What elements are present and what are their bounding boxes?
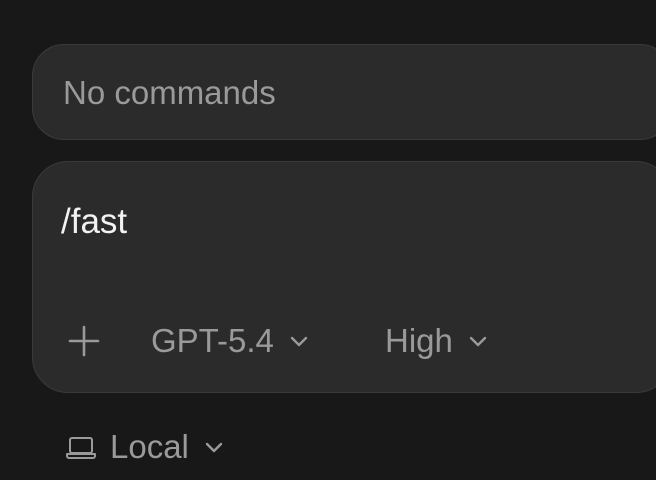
- app-window: No commands /fast GPT-5.4 High Local: [0, 0, 656, 480]
- model-selector[interactable]: GPT-5.4: [151, 320, 310, 362]
- reasoning-effort-label: High: [385, 322, 453, 359]
- laptop-icon: [66, 437, 96, 459]
- chevron-down-icon: [205, 442, 223, 453]
- reasoning-effort-selector[interactable]: High: [385, 320, 489, 362]
- command-suggestions-panel: No commands: [32, 44, 656, 140]
- composer-toolbar: GPT-5.4 High: [33, 320, 656, 362]
- prompt-composer: /fast GPT-5.4 High: [32, 161, 656, 393]
- no-commands-message: No commands: [63, 74, 276, 111]
- chevron-down-icon: [290, 336, 308, 347]
- environment-selector[interactable]: Local: [66, 427, 225, 467]
- environment-label: Local: [110, 428, 189, 465]
- add-attachment-button[interactable]: [67, 324, 101, 358]
- plus-icon: [68, 325, 100, 357]
- prompt-input[interactable]: /fast: [61, 204, 127, 239]
- chevron-down-icon: [469, 336, 487, 347]
- model-selector-label: GPT-5.4: [151, 322, 274, 359]
